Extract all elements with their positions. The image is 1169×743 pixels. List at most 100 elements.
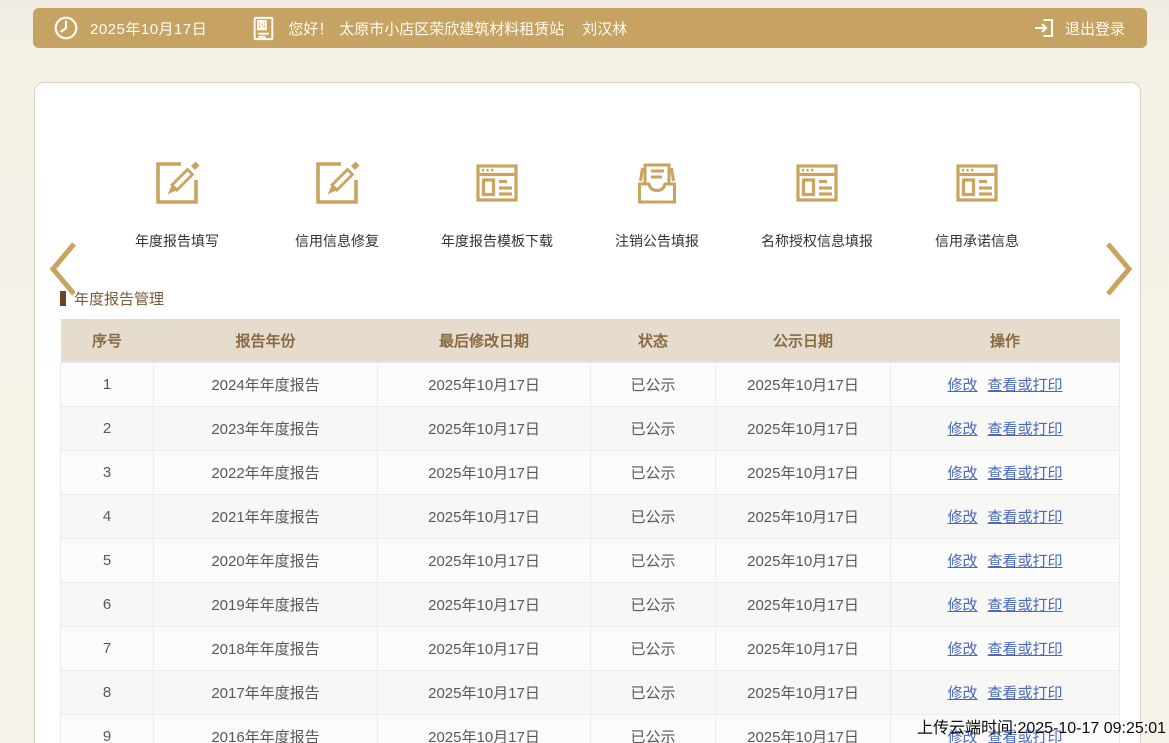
- topbar-date: 2025年10月17日: [90, 20, 208, 38]
- table-row: 2 2023年年度报告 2025年10月17日 已公示 2025年10月17日 …: [60, 406, 1120, 451]
- table-row: 7 2018年年度报告 2025年10月17日 已公示 2025年10月17日 …: [60, 626, 1120, 671]
- carousel-item-label: 注销公告填报: [615, 233, 699, 249]
- carousel-item-label: 信用承诺信息: [935, 233, 1019, 249]
- cell-report-year: 2018年年度报告: [153, 626, 378, 671]
- carousel-item[interactable]: 名称授权信息填报: [737, 157, 897, 251]
- greeting-text: 您好！: [288, 20, 334, 38]
- webpage-icon: [471, 157, 523, 209]
- carousel-item[interactable]: 年度报告填写: [97, 157, 257, 251]
- cell-publish-date: 2025年10月17日: [715, 362, 891, 407]
- cell-index: 1: [60, 362, 154, 407]
- cell-publish-date: 2025年10月17日: [715, 714, 891, 743]
- edit-icon: [151, 157, 203, 209]
- cell-status: 已公示: [590, 714, 716, 743]
- cell-last-modified: 2025年10月17日: [377, 582, 591, 627]
- column-header: 状态: [590, 319, 716, 363]
- edit-link[interactable]: 修改: [947, 509, 977, 526]
- cell-status: 已公示: [590, 582, 716, 627]
- edit-link[interactable]: 修改: [947, 685, 977, 702]
- section-title: 年度报告管理: [60, 288, 164, 309]
- view-print-link[interactable]: 查看或打印: [988, 421, 1063, 438]
- webpage-icon: [791, 157, 843, 209]
- table-row: 3 2022年年度报告 2025年10月17日 已公示 2025年10月17日 …: [60, 450, 1120, 495]
- logout-label: 退出登录: [1064, 20, 1125, 38]
- carousel-item[interactable]: 信用承诺信息: [897, 157, 1057, 251]
- column-header: 序号: [60, 319, 154, 363]
- topbar: 2025年10月17日 您好！ 太原市小店区荣欣建筑材料租赁站 刘汉林 退出登录: [33, 8, 1147, 48]
- cell-last-modified: 2025年10月17日: [377, 362, 591, 407]
- cell-status: 已公示: [590, 494, 716, 539]
- edit-link[interactable]: 修改: [947, 377, 977, 394]
- carousel-item[interactable]: 信用信息修复: [257, 157, 417, 251]
- table-row: 5 2020年年度报告 2025年10月17日 已公示 2025年10月17日 …: [60, 538, 1120, 583]
- carousel-item[interactable]: 年度报告模板下载: [417, 157, 577, 251]
- cell-actions: 修改 查看或打印: [890, 582, 1120, 627]
- chevron-right-icon: [1103, 242, 1135, 301]
- cell-actions: 修改 查看或打印: [890, 450, 1120, 495]
- section-title-text: 年度报告管理: [74, 291, 165, 308]
- logout-icon: [1032, 16, 1056, 40]
- edit-link[interactable]: 修改: [947, 553, 977, 570]
- cell-last-modified: 2025年10月17日: [377, 626, 591, 671]
- edit-link[interactable]: 修改: [947, 641, 977, 658]
- view-print-link[interactable]: 查看或打印: [988, 377, 1063, 394]
- view-print-link[interactable]: 查看或打印: [988, 465, 1063, 482]
- cell-last-modified: 2025年10月17日: [377, 406, 591, 451]
- cell-status: 已公示: [590, 670, 716, 715]
- column-header: 报告年份: [153, 319, 378, 363]
- cell-report-year: 2024年年度报告: [153, 362, 378, 407]
- cell-actions: 修改 查看或打印: [890, 494, 1120, 539]
- user-name: 刘汉林: [582, 20, 628, 38]
- inbox-icon: [631, 157, 683, 209]
- view-print-link[interactable]: 查看或打印: [988, 509, 1063, 526]
- view-print-link[interactable]: 查看或打印: [988, 553, 1063, 570]
- carousel-item-label: 年度报告填写: [135, 233, 219, 249]
- column-header: 操作: [890, 319, 1120, 363]
- cell-last-modified: 2025年10月17日: [377, 494, 591, 539]
- webpage-icon: [951, 157, 1003, 209]
- cell-index: 3: [60, 450, 154, 495]
- carousel-item-label: 年度报告模板下载: [441, 233, 553, 249]
- cell-publish-date: 2025年10月17日: [715, 582, 891, 627]
- cell-index: 4: [60, 494, 154, 539]
- edit-icon: [311, 157, 363, 209]
- edit-link[interactable]: 修改: [947, 421, 977, 438]
- cell-last-modified: 2025年10月17日: [377, 450, 591, 495]
- view-print-link[interactable]: 查看或打印: [988, 685, 1063, 702]
- cell-index: 7: [60, 626, 154, 671]
- cell-actions: 修改 查看或打印: [890, 670, 1120, 715]
- cell-report-year: 2023年年度报告: [153, 406, 378, 451]
- cell-publish-date: 2025年10月17日: [715, 626, 891, 671]
- cell-actions: 修改 查看或打印: [890, 362, 1120, 407]
- view-print-link[interactable]: 查看或打印: [988, 641, 1063, 658]
- cell-report-year: 2022年年度报告: [153, 450, 378, 495]
- carousel-item[interactable]: 注销公告填报: [577, 157, 737, 251]
- cell-index: 5: [60, 538, 154, 583]
- edit-link[interactable]: 修改: [947, 465, 977, 482]
- cell-index: 9: [60, 714, 154, 743]
- upload-time-watermark: 上传云端时间:2025-10-17 09:25:01: [917, 720, 1167, 737]
- section-bullet-icon: [60, 291, 66, 306]
- cell-publish-date: 2025年10月17日: [715, 406, 891, 451]
- cell-report-year: 2020年年度报告: [153, 538, 378, 583]
- cell-actions: 修改 查看或打印: [890, 406, 1120, 451]
- cell-last-modified: 2025年10月17日: [377, 538, 591, 583]
- annual-report-table-wrap: 序号 报告年份 最后修改日期 状态 公示日期 操作 1 2024年年度报告 2025年10…: [60, 319, 1120, 743]
- table-body: 1 2024年年度报告 2025年10月17日 已公示 2025年10月17日 …: [60, 362, 1120, 743]
- cell-publish-date: 2025年10月17日: [715, 538, 891, 583]
- view-print-link[interactable]: 查看或打印: [988, 597, 1063, 614]
- table-row: 1 2024年年度报告 2025年10月17日 已公示 2025年10月17日 …: [60, 362, 1120, 407]
- table-header-row: 序号 报告年份 最后修改日期 状态 公示日期 操作: [60, 319, 1120, 363]
- cell-index: 8: [60, 670, 154, 715]
- user-badge-icon: [251, 16, 276, 41]
- column-header: 公示日期: [715, 319, 891, 363]
- carousel-item-label: 名称授权信息填报: [761, 233, 873, 249]
- edit-link[interactable]: 修改: [947, 597, 977, 614]
- cell-actions: 修改 查看或打印: [890, 538, 1120, 583]
- shortcut-carousel: 年度报告填写 信用信息修复 年度报告模板下载 注销公告填报 名称授权信息填报 信…: [97, 157, 1057, 251]
- cell-status: 已公示: [590, 626, 716, 671]
- logout-button[interactable]: 退出登录: [1032, 16, 1125, 40]
- cell-publish-date: 2025年10月17日: [715, 450, 891, 495]
- carousel-next-button[interactable]: [1103, 240, 1135, 301]
- clock-icon: [53, 15, 79, 41]
